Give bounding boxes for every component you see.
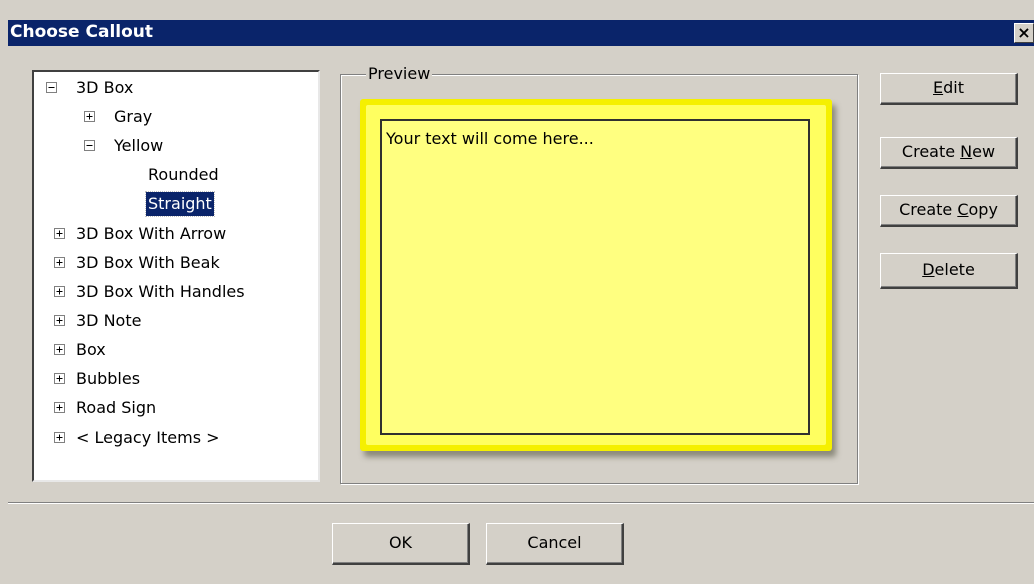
tree-item-yellow[interactable]: Yellow — [34, 134, 314, 158]
expand-icon[interactable] — [54, 432, 65, 443]
tree-item-bubbles[interactable]: Bubbles — [34, 367, 314, 391]
tree-item-label: Road Sign — [76, 398, 157, 417]
tree-item-label: Box — [76, 340, 106, 359]
button-label: Create — [899, 200, 958, 219]
cancel-button[interactable]: Cancel — [486, 523, 624, 565]
callout-preview: Your text will come here... — [360, 99, 832, 451]
expand-icon[interactable] — [54, 344, 65, 355]
create-new-button[interactable]: Create New — [880, 137, 1018, 169]
tree-item-rounded[interactable]: Rounded — [34, 163, 314, 187]
tree-item-box[interactable]: Box — [34, 338, 314, 362]
button-accel-key: N — [960, 142, 973, 161]
separator — [8, 502, 1034, 504]
expand-icon[interactable] — [54, 257, 65, 268]
tree-item-3d-box-with-beak[interactable]: 3D Box With Beak — [34, 251, 314, 275]
button-label: ew — [972, 142, 996, 161]
button-accel-key: E — [933, 78, 944, 97]
tree-item-gray[interactable]: Gray — [34, 105, 314, 129]
edit-button[interactable]: Edit — [880, 73, 1018, 105]
tree-item-label: 3D Box With Beak — [76, 253, 220, 272]
tree-item-road-sign[interactable]: Road Sign — [34, 396, 314, 420]
create-copy-button[interactable]: Create Copy — [880, 195, 1018, 227]
collapse-icon[interactable] — [46, 82, 57, 93]
tree-item-label: Gray — [114, 107, 153, 126]
tree-item-label: 3D Box — [76, 78, 134, 97]
expand-icon[interactable] — [54, 286, 65, 297]
button-accel-key: D — [922, 260, 935, 279]
tree-item-label-selected: Straight — [145, 191, 215, 217]
tree-item-label: 3D Box With Arrow — [76, 224, 227, 243]
button-accel-key: C — [957, 200, 969, 219]
callout-tree[interactable]: 3D Box Gray Yellow Rounded Straight 3D B… — [32, 70, 320, 482]
tree-item-3d-box[interactable]: 3D Box — [34, 76, 314, 100]
ok-button[interactable]: OK — [332, 523, 470, 565]
title-bar[interactable]: Choose Callout × — [8, 20, 1034, 46]
collapse-icon[interactable] — [84, 140, 95, 151]
button-label: Create — [901, 142, 961, 161]
tree-item-label: 3D Box With Handles — [76, 282, 245, 301]
expand-icon[interactable] — [54, 373, 65, 384]
tree-item-straight[interactable]: Straight — [34, 191, 314, 217]
choose-callout-dialog: Choose Callout × 3D Box Gray Yellow Roun… — [0, 0, 1034, 584]
tree-item-label: 3D Note — [76, 311, 142, 330]
tree-item-3d-note[interactable]: 3D Note — [34, 309, 314, 333]
expand-icon[interactable] — [54, 228, 65, 239]
tree-item-legacy-items[interactable]: < Legacy Items > — [34, 426, 314, 450]
preview-text: Your text will come here... — [386, 129, 594, 148]
button-label: elete — [934, 260, 975, 279]
expand-icon[interactable] — [84, 111, 95, 122]
button-label: dit — [943, 78, 964, 97]
tree-item-label: < Legacy Items > — [76, 428, 220, 447]
callout-preview-box: Your text will come here... — [380, 119, 810, 435]
tree-item-label: Yellow — [114, 136, 164, 155]
preview-group-label: Preview — [366, 64, 433, 83]
tree-item-3d-box-with-arrow[interactable]: 3D Box With Arrow — [34, 222, 314, 246]
tree-item-label: Bubbles — [76, 369, 141, 388]
tree-item-label: Rounded — [148, 165, 219, 184]
dialog-title: Choose Callout — [10, 22, 154, 42]
tree-item-3d-box-with-handles[interactable]: 3D Box With Handles — [34, 280, 314, 304]
expand-icon[interactable] — [54, 315, 65, 326]
delete-button[interactable]: Delete — [880, 253, 1018, 289]
expand-icon[interactable] — [54, 402, 65, 413]
button-label: opy — [968, 200, 998, 219]
close-icon[interactable]: × — [1014, 23, 1034, 43]
